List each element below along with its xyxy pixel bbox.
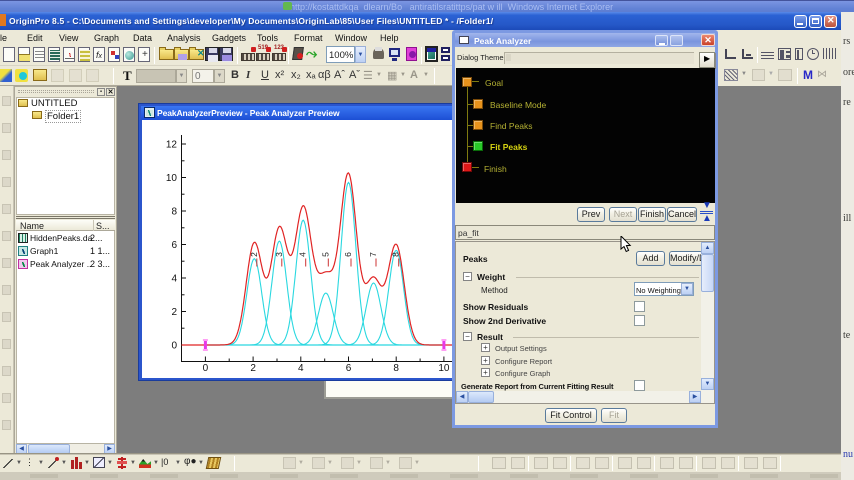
svg-text:5: 5 [320, 252, 330, 257]
svg-text:6: 6 [171, 240, 177, 251]
svg-text:2: 2 [249, 252, 259, 257]
svg-text:2: 2 [250, 363, 256, 374]
svg-text:3: 3 [274, 252, 284, 257]
svg-text:6: 6 [346, 363, 352, 374]
svg-text:10: 10 [438, 363, 450, 374]
svg-text:4: 4 [298, 252, 308, 257]
svg-text:10: 10 [166, 173, 178, 184]
svg-text:8: 8 [393, 363, 399, 374]
svg-text:2: 2 [171, 307, 177, 318]
svg-text:0: 0 [203, 363, 209, 374]
svg-text:6: 6 [343, 252, 353, 257]
svg-text:4: 4 [298, 363, 304, 374]
svg-text:7: 7 [368, 252, 378, 257]
svg-text:4: 4 [171, 274, 177, 285]
svg-text:8: 8 [171, 207, 177, 218]
svg-text:12: 12 [166, 140, 178, 151]
svg-text:0: 0 [171, 341, 177, 352]
svg-text:8: 8 [391, 252, 401, 257]
